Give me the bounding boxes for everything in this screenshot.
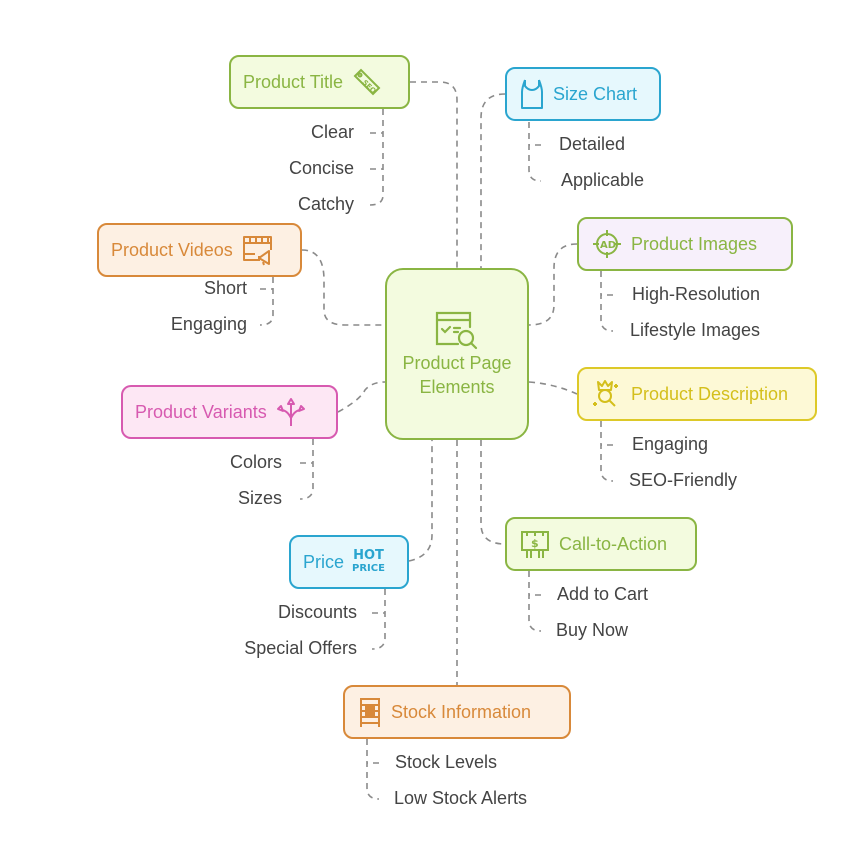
leaf-stock-levels: Stock Levels [395,752,498,772]
center-title: Product Page Elements [402,353,512,397]
leaf-add-to-cart: Add to Cart [557,584,649,604]
leaf-clear: Clear [310,122,354,142]
crown-search-icon [593,380,618,407]
branch-stock-information[interactable]: Stock Information [343,685,571,739]
leaf-engaging-videos: Engaging [170,314,247,334]
branch-label: Product Videos [111,239,233,260]
connector-variants-leaves [299,439,314,500]
leaf-sizes: Sizes [237,488,282,508]
tank-top-icon [521,79,543,109]
branch-label: Size Chart [553,83,638,104]
hot-text: HOT [353,548,384,563]
billboard-dollar-icon: $ [521,531,549,558]
connector-size-leaves [528,122,542,182]
cabinet-icon [360,698,380,727]
connector-title-leaves [369,109,384,206]
branch-product-title[interactable]: Product Title SEO [229,55,410,109]
leaf-applicable: Applicable [561,170,645,190]
branch-label: Product Images [631,233,758,254]
connector-product-description [528,381,578,395]
center-node[interactable]: Product Page Elements [385,268,529,440]
branching-arrows-icon [276,398,305,426]
leaf-discounts: Discounts [277,602,357,622]
leaf-lifestyle-images: Lifestyle Images [630,320,761,340]
branch-product-variants[interactable]: Product Variants [121,385,338,439]
svg-text:$: $ [531,537,539,550]
connector-stock-leaves [366,739,380,800]
branch-size-chart[interactable]: Size Chart [505,67,661,121]
connector-price [408,440,433,562]
leaf-special-offers: Special Offers [244,638,357,658]
leaf-catchy: Catchy [297,194,354,214]
branch-product-images[interactable]: AD Product Images [577,217,793,271]
connector-product-images [528,243,578,326]
connector-price-leaves [371,589,386,650]
connector-videos-leaves [259,277,274,326]
branch-label: Price [303,551,345,572]
connector-cta-leaves [528,571,542,632]
branch-label: Product Title [243,71,344,92]
leaf-buy-now: Buy Now [556,620,629,640]
leaf-low-stock-alerts: Low Stock Alerts [394,788,528,808]
connector-product-title [410,81,458,268]
leaf-concise: Concise [288,158,354,178]
branch-call-to-action[interactable]: $ Call-to-Action [505,517,697,571]
branch-product-description[interactable]: Product Description [577,367,817,421]
svg-text:AD: AD [600,240,616,251]
connector-product-videos [301,249,385,326]
branch-product-videos[interactable]: Product Videos [97,223,302,277]
leaf-engaging-description: Engaging [632,434,709,454]
branch-label: Product Description [631,383,789,404]
webpage-search-icon [435,311,478,350]
video-megaphone-icon [242,236,272,266]
branch-label: Product Variants [135,401,267,422]
connector-images-leaves [600,271,614,332]
leaf-high-resolution: High-Resolution [632,284,761,304]
hot-price-icon: HOT PRICE [352,549,385,575]
price-text: PRICE [352,563,385,574]
leaf-detailed: Detailed [559,134,626,154]
leaf-seo-friendly: SEO-Friendly [629,470,738,490]
branch-label: Call-to-Action [559,533,668,554]
seo-tag-icon: SEO [353,68,381,96]
leaf-colors: Colors [229,452,282,472]
leaf-short: Short [203,278,247,298]
connector-description-leaves [600,421,614,482]
connector-size-chart [480,93,506,268]
ad-target-icon: AD [593,230,621,258]
branch-label: Stock Information [391,701,532,722]
connector-product-variants [337,381,386,413]
branch-price[interactable]: Price HOT PRICE [289,535,409,589]
connector-call-to-action [480,440,506,545]
